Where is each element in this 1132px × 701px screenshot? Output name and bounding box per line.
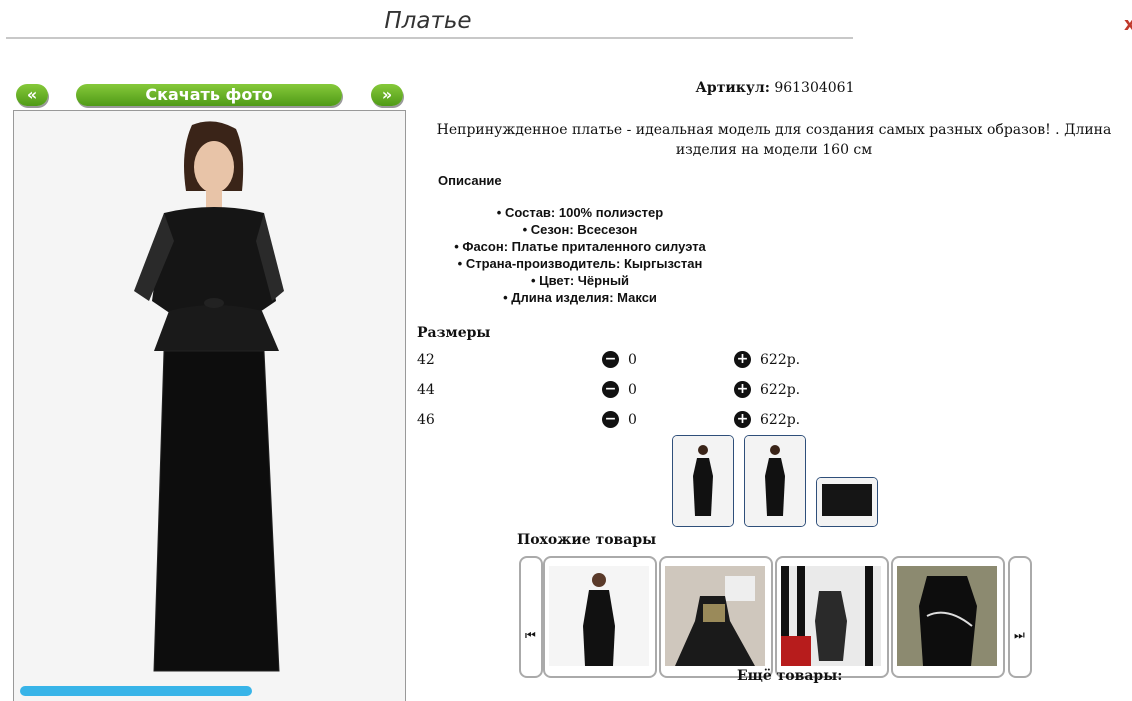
thumbnail-image bbox=[817, 478, 877, 526]
description-heading: Описание bbox=[438, 173, 502, 188]
size-quantity: 0 bbox=[628, 352, 637, 368]
similar-product-image bbox=[897, 566, 997, 666]
similar-product-card[interactable] bbox=[543, 556, 657, 678]
photo-thumbnail[interactable] bbox=[672, 435, 734, 527]
title-divider bbox=[6, 37, 853, 39]
thumbnail-image bbox=[745, 436, 805, 526]
size-quantity: 0 bbox=[628, 412, 637, 428]
size-price: 622р. bbox=[760, 412, 801, 428]
close-icon[interactable]: х bbox=[1124, 14, 1132, 35]
skip-forward-icon: ⏭ bbox=[1014, 628, 1025, 642]
thumbnail-image bbox=[673, 436, 733, 526]
size-label: 44 bbox=[417, 382, 435, 398]
similar-prev-button[interactable]: ⏮ bbox=[519, 556, 543, 678]
similar-product-image bbox=[549, 566, 649, 666]
share-bar[interactable] bbox=[20, 686, 252, 696]
plus-circle-icon[interactable]: + bbox=[734, 381, 751, 398]
feature-item: Страна-производитель: Кыргызстан bbox=[420, 255, 740, 272]
plus-circle-icon[interactable]: + bbox=[734, 411, 751, 428]
prev-photo-button[interactable]: « bbox=[16, 84, 48, 106]
next-photo-button[interactable]: » bbox=[371, 84, 403, 106]
size-quantity: 0 bbox=[628, 382, 637, 398]
photo-thumbnail[interactable] bbox=[744, 435, 806, 527]
similar-product-image bbox=[781, 566, 881, 666]
similar-product-card[interactable] bbox=[775, 556, 889, 678]
page-title: Платье bbox=[384, 8, 472, 34]
more-products-heading: Ещё товары: bbox=[737, 668, 843, 684]
minus-circle-icon[interactable]: − bbox=[602, 381, 619, 398]
article-line: Артикул: 961304061 bbox=[640, 80, 910, 96]
similar-product-image bbox=[665, 566, 765, 666]
similar-product-card[interactable] bbox=[659, 556, 773, 678]
skip-back-icon: ⏮ bbox=[525, 628, 536, 642]
size-label: 42 bbox=[417, 352, 435, 368]
minus-circle-icon[interactable]: − bbox=[602, 351, 619, 368]
sizes-heading: Размеры bbox=[417, 325, 491, 341]
product-description: Непринужденное платье - идеальная модель… bbox=[436, 122, 1112, 158]
size-row: 46 − 0 + 622р. bbox=[417, 410, 817, 430]
size-label: 46 bbox=[417, 412, 435, 428]
similar-product-card[interactable] bbox=[891, 556, 1005, 678]
plus-circle-icon[interactable]: + bbox=[734, 351, 751, 368]
size-row: 42 − 0 + 622р. bbox=[417, 350, 817, 370]
feature-item: Цвет: Чёрный bbox=[420, 272, 740, 289]
article-value: 961304061 bbox=[774, 80, 855, 96]
main-product-photo[interactable] bbox=[13, 110, 406, 701]
photo-thumbnail[interactable] bbox=[816, 477, 878, 527]
feature-list: Состав: 100% полиэстер Сезон: Всесезон Ф… bbox=[420, 204, 740, 306]
feature-item: Фасон: Платье приталенного силуэта bbox=[420, 238, 740, 255]
size-price: 622р. bbox=[760, 382, 801, 398]
similar-heading: Похожие товары bbox=[517, 532, 657, 548]
dress-model-image bbox=[14, 111, 405, 701]
download-photo-button[interactable]: Скачать фото bbox=[76, 84, 342, 106]
similar-next-button[interactable]: ⏭ bbox=[1008, 556, 1032, 678]
article-label: Артикул: bbox=[695, 80, 770, 96]
feature-item: Состав: 100% полиэстер bbox=[420, 204, 740, 221]
feature-item: Длина изделия: Макси bbox=[420, 289, 740, 306]
size-price: 622р. bbox=[760, 352, 801, 368]
minus-circle-icon[interactable]: − bbox=[602, 411, 619, 428]
size-row: 44 − 0 + 622р. bbox=[417, 380, 817, 400]
feature-item: Сезон: Всесезон bbox=[420, 221, 740, 238]
